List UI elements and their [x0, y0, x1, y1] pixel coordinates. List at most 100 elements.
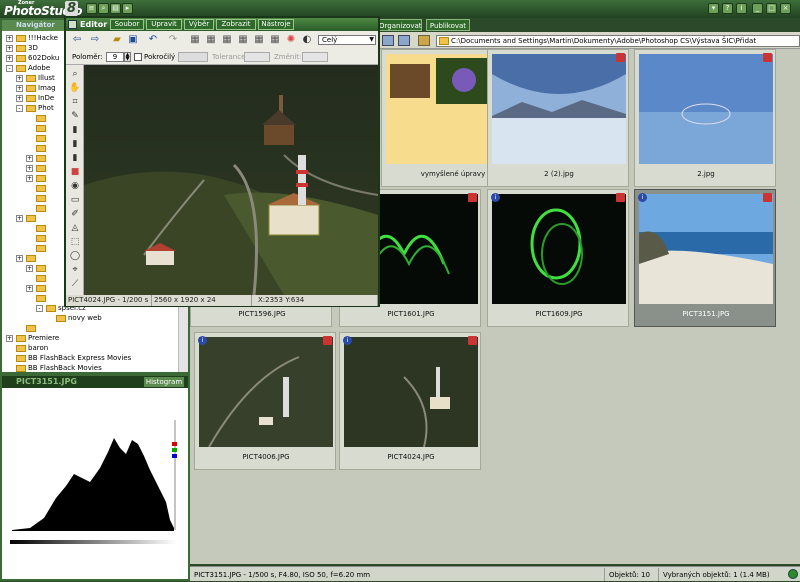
brush-icon[interactable]: ▮ — [69, 124, 81, 136]
browse-icon[interactable] — [418, 35, 430, 46]
close-icon[interactable]: × — [780, 3, 791, 14]
undo-icon[interactable]: ↶ — [146, 33, 160, 46]
expand-icon[interactable]: + — [26, 284, 33, 292]
tolerance-input[interactable] — [244, 52, 270, 62]
menu-icon[interactable]: ≡ — [86, 3, 97, 14]
menu-file[interactable]: Soubor — [110, 19, 144, 30]
color-swatch[interactable] — [178, 52, 208, 62]
folder-icon — [16, 334, 26, 342]
menu-select[interactable]: Výběr — [184, 19, 214, 30]
expand-icon[interactable]: + — [16, 84, 23, 92]
open-icon[interactable]: ▰ — [110, 33, 124, 46]
advanced-checkbox[interactable] — [134, 53, 142, 61]
marquee-icon[interactable]: ⬚ — [69, 236, 81, 248]
expand-icon[interactable]: + — [6, 44, 13, 52]
crop-tool-icon[interactable]: ⌗ — [69, 96, 81, 108]
redeye-icon[interactable]: ■ — [69, 166, 81, 178]
folder-icon — [36, 154, 46, 162]
maximize-icon[interactable]: □ — [766, 3, 777, 14]
thumbnail[interactable]: PICT3151.JPG i — [634, 189, 776, 327]
resize-icon[interactable]: ▦ — [204, 33, 218, 46]
next-icon[interactable]: ▸ — [122, 3, 133, 14]
curves-icon[interactable]: ▦ — [268, 33, 282, 46]
tree-item-label: Premiere — [28, 334, 60, 342]
save-icon[interactable]: ▣ — [126, 33, 140, 46]
pencil-icon[interactable]: ✎ — [69, 110, 81, 122]
flip-icon[interactable]: ▦ — [236, 33, 250, 46]
back-icon[interactable]: ⇦ — [70, 33, 84, 46]
folder-icon — [16, 344, 26, 352]
menu-tools[interactable]: Nástroje — [258, 19, 294, 30]
expand-icon[interactable]: + — [6, 334, 13, 342]
expand-icon[interactable]: + — [6, 34, 13, 42]
expand-icon[interactable]: + — [16, 214, 23, 222]
paint-icon[interactable]: ✐ — [69, 208, 81, 220]
stamp-icon[interactable]: ▮ — [69, 152, 81, 164]
clone-icon[interactable]: ▮ — [69, 138, 81, 150]
zoom-select[interactable]: Celý ▼ — [318, 35, 376, 45]
view-icon[interactable] — [382, 35, 394, 46]
expand-icon[interactable]: + — [26, 164, 33, 172]
expand-icon[interactable]: + — [26, 264, 33, 272]
search-icon[interactable]: ⌕ — [98, 3, 109, 14]
tree-item-label: !!!Hacke — [28, 34, 58, 42]
collapse-icon[interactable]: - — [6, 64, 13, 72]
expand-icon[interactable]: + — [16, 254, 23, 262]
tolerance-label: Tolerance: — [212, 53, 248, 61]
histogram-button[interactable]: Histogram — [144, 377, 184, 387]
crop-icon[interactable]: ▦ — [188, 33, 202, 46]
thumbnail[interactable]: 2 (2).jpg — [487, 49, 629, 187]
thumbnail[interactable]: 2.jpg — [634, 49, 776, 187]
expand-icon[interactable]: + — [16, 74, 23, 82]
contrast-icon[interactable]: ◐ — [300, 33, 314, 46]
zoom-icon[interactable]: ⌕ — [69, 68, 81, 80]
info-icon: i — [343, 336, 352, 345]
info-icon[interactable]: i — [736, 3, 747, 14]
folder-icon — [56, 314, 66, 322]
tab-organize[interactable]: Organizovat — [378, 19, 422, 31]
fill-icon[interactable]: ◬ — [69, 222, 81, 234]
editor-image[interactable] — [84, 65, 378, 295]
help-icon[interactable]: ? — [722, 3, 733, 14]
expand-icon[interactable]: + — [26, 174, 33, 182]
print-icon[interactable]: ▤ — [110, 3, 121, 14]
radius-input[interactable]: 9 — [106, 52, 124, 62]
thumbnail[interactable]: PICT1609.JPG i — [487, 189, 629, 327]
redo-icon[interactable]: ↷ — [166, 33, 180, 46]
chevron-down-icon[interactable]: ▾ — [708, 3, 719, 14]
lasso-icon[interactable]: ◯ — [69, 250, 81, 262]
expand-icon[interactable]: + — [26, 154, 33, 162]
file-type-icon — [616, 193, 625, 202]
thumbnail[interactable]: PICT4006.JPG i — [194, 332, 336, 470]
thumbnail-image — [199, 337, 333, 447]
radius-stepper[interactable]: ▲ ▼ — [124, 52, 131, 62]
hand-icon[interactable]: ✋ — [69, 82, 81, 94]
path-field[interactable]: C:\Documents and Settings\Martin\Dokumen… — [436, 35, 800, 47]
expand-icon[interactable]: + — [6, 54, 13, 62]
folder-icon — [36, 134, 46, 142]
tab-publish[interactable]: Publikovat — [426, 19, 470, 31]
magic-wand-icon[interactable]: ⌖ — [69, 264, 81, 276]
tree-item-label: 602Doku — [28, 54, 60, 62]
expand-icon[interactable]: + — [16, 94, 23, 102]
burn-icon[interactable]: ▭ — [69, 194, 81, 206]
forward-icon[interactable]: ⇨ — [88, 33, 102, 46]
copy-icon[interactable] — [398, 35, 410, 46]
collapse-icon[interactable]: - — [36, 304, 43, 312]
minimize-icon[interactable]: _ — [752, 3, 763, 14]
menu-view[interactable]: Zobrazit — [216, 19, 256, 30]
tree-item[interactable]: BB FlashBack Movies — [2, 363, 178, 374]
change-input[interactable] — [302, 52, 328, 62]
color-wheel-icon[interactable]: ✺ — [284, 33, 298, 46]
dodge-icon[interactable]: ◉ — [69, 180, 81, 192]
collapse-icon[interactable]: - — [16, 104, 23, 112]
menu-edit[interactable]: Upravit — [146, 19, 182, 30]
thumbnail[interactable]: PICT4024.JPG i — [339, 332, 481, 470]
wand-icon[interactable]: ⟋ — [69, 278, 81, 290]
folder-icon — [16, 64, 26, 72]
levels-icon[interactable]: ▦ — [252, 33, 266, 46]
folder-icon — [36, 294, 46, 302]
zoom-select-value: Celý — [322, 36, 338, 44]
thumbnail-caption: 2 (2).jpg — [544, 170, 574, 178]
rotate-icon[interactable]: ▦ — [220, 33, 234, 46]
